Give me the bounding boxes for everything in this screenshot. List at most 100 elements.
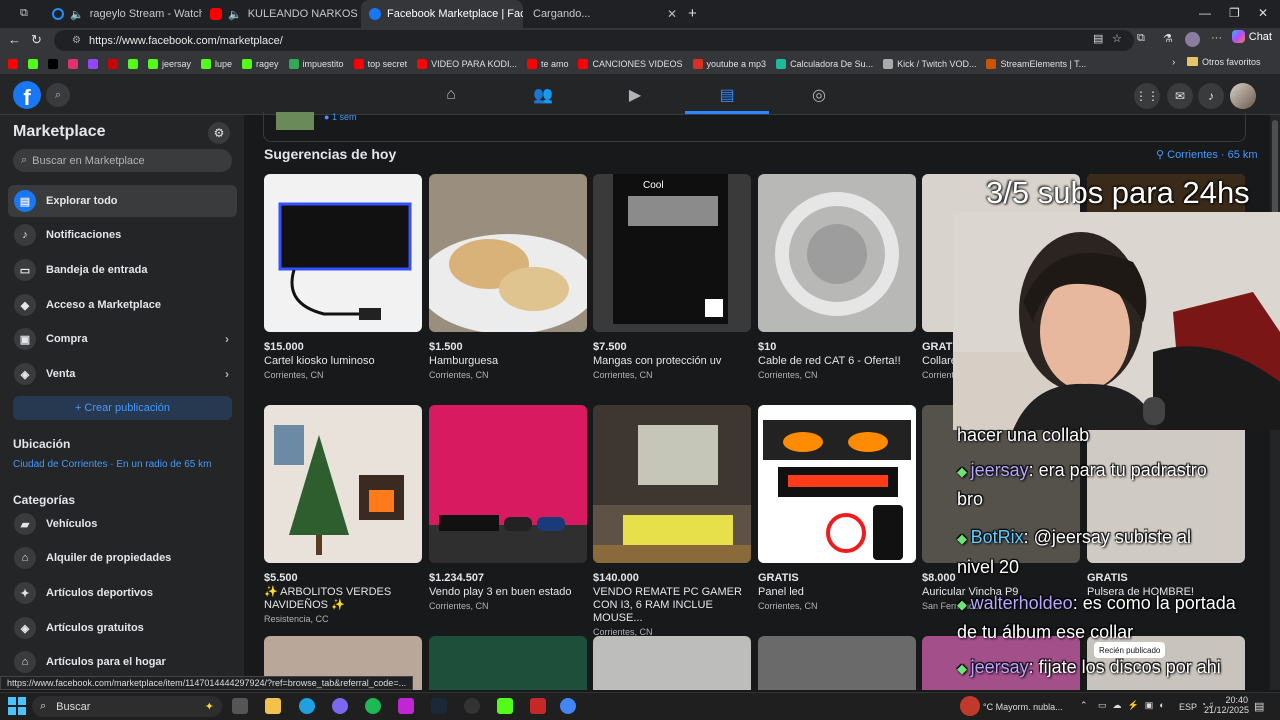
close-window-icon[interactable]: ✕	[1258, 6, 1268, 20]
bookmark-item[interactable]	[48, 58, 58, 69]
location-link[interactable]: Ciudad de Corrientes · En un radio de 65…	[13, 459, 211, 470]
taskbar-search[interactable]: ⌕ Buscar ✦	[32, 696, 222, 717]
sidebar-item-explorar-todo[interactable]: ▤ Explorar todo	[8, 185, 237, 217]
collections-icon[interactable]: ⧉	[1137, 32, 1145, 45]
file-explorer-icon[interactable]	[265, 698, 281, 714]
create-listing-button[interactable]: + Crear publicación	[13, 396, 232, 420]
bookmark-item[interactable]: CANCIONES VIDEOS	[578, 58, 683, 69]
windows-start-icon[interactable]	[8, 697, 26, 715]
chrome-icon[interactable]	[560, 698, 576, 714]
tray-chevron-icon[interactable]: ⌃	[1080, 700, 1088, 711]
category-item[interactable]: ⌂ Artículos para el hogar	[8, 646, 237, 678]
bookmark-item[interactable]: te amo	[526, 58, 568, 69]
edge-icon[interactable]	[299, 698, 315, 714]
clock[interactable]: 20:40 21/12/2025	[1204, 695, 1249, 715]
menu-grid-icon[interactable]: ⋮⋮	[1134, 83, 1160, 109]
app-icon[interactable]	[398, 698, 414, 714]
tab-youtube[interactable]: 🔈 KULEANDO NARKOS - banat ✕	[202, 0, 360, 28]
bookmark-item[interactable]	[28, 58, 38, 69]
location-filter[interactable]: ⚲ Corrientes · 65 km	[1156, 148, 1258, 161]
sidebar-item-acceso-a-marketplace[interactable]: ◆ Acceso a Marketplace	[8, 289, 237, 321]
marketplace-search-input[interactable]: ⌕ Buscar en Marketplace	[13, 149, 232, 172]
tab-actions-icon[interactable]: ⧉	[20, 7, 28, 20]
bookmark-item[interactable]: Kick / Twitch VOD...	[883, 58, 976, 69]
tab-facebook[interactable]: Facebook Marketplace | Facebook ✕	[361, 0, 523, 28]
listing-image[interactable]	[593, 405, 751, 563]
messenger-icon[interactable]: ✉	[1167, 83, 1193, 109]
chevron-right-icon[interactable]: ›	[1172, 57, 1175, 68]
minimize-icon[interactable]: —	[1199, 6, 1211, 20]
listing-card[interactable]: $1.500 Hamburguesa Corrientes, CN	[429, 174, 587, 380]
facebook-logo[interactable]: f	[13, 81, 41, 109]
listing-thumbnail[interactable]	[593, 636, 751, 690]
listing-card[interactable]: $10 Cable de red CAT 6 - Oferta!! Corrient…	[758, 174, 916, 380]
friends-tab-icon[interactable]: 👥	[531, 84, 555, 106]
listing-image[interactable]	[429, 405, 587, 563]
back-icon[interactable]: ←	[8, 32, 21, 47]
bookmark-item[interactable]	[8, 58, 18, 69]
listing-card[interactable]: GRATIS Panel led Corrientes, CN	[758, 405, 916, 611]
restore-icon[interactable]: ❐	[1229, 6, 1240, 20]
listing-thumbnail[interactable]	[758, 636, 916, 690]
extensions-icon[interactable]: ⚗	[1163, 32, 1173, 45]
more-menu-icon[interactable]: ···	[1211, 32, 1222, 44]
listing-thumbnail[interactable]	[429, 636, 587, 690]
other-favorites[interactable]: Otros favoritos	[1187, 57, 1261, 67]
marketplace-tab-icon[interactable]: ▤	[715, 84, 739, 106]
category-item[interactable]: ⌂ Alquiler de propiedades	[8, 542, 237, 574]
video-tab-icon[interactable]: ▶	[623, 84, 647, 106]
category-item[interactable]: ✦ Artículos deportivos	[8, 577, 237, 609]
copilot-chat-button[interactable]: Chat	[1231, 30, 1272, 43]
bookmark-item[interactable]	[108, 58, 118, 69]
app-icon[interactable]	[332, 698, 348, 714]
listing-card[interactable]: GRATIS Pulsera de HOMBRE!	[1087, 405, 1245, 599]
task-view-icon[interactable]	[232, 698, 248, 714]
notification-center-icon[interactable]: ▤	[1254, 700, 1264, 713]
listing-image[interactable]: Cool	[593, 174, 751, 332]
weather-text[interactable]: °C Mayorm. nubla...	[983, 702, 1063, 712]
bookmark-item[interactable]: ragey	[242, 58, 279, 69]
category-item[interactable]: ◈ Artículos gratuitos	[8, 612, 237, 644]
site-info-icon[interactable]: ⚙	[72, 35, 81, 46]
sidebar-item-notificaciones[interactable]: ♪ Notificaciones	[8, 219, 237, 251]
bookmark-item[interactable]: lupe	[201, 58, 232, 69]
bookmark-item[interactable]	[128, 58, 138, 69]
category-item[interactable]: ▰ Vehículos	[8, 508, 237, 540]
tab-loading[interactable]: Cargando... ✕	[525, 0, 685, 28]
listing-image[interactable]	[264, 174, 422, 332]
obs-icon[interactable]	[464, 698, 480, 714]
profile-avatar[interactable]	[1185, 32, 1200, 47]
bookmark-item[interactable]: StreamElements | T...	[986, 58, 1086, 69]
bookmark-item[interactable]: VIDEO PARA KODI...	[417, 58, 517, 69]
new-tab-icon[interactable]: +	[688, 5, 697, 22]
tab-stream[interactable]: 🔈 rageylo Stream - Watch Live o ✕	[44, 0, 202, 28]
listing-image[interactable]	[264, 405, 422, 563]
reader-icon[interactable]: ▤	[1093, 32, 1103, 45]
listing-card[interactable]: $140.000 VENDO REMATE PC GAMER CON I3, 6 …	[593, 405, 751, 637]
listing-image[interactable]	[758, 174, 916, 332]
previous-listing-card[interactable]	[263, 112, 1246, 142]
listing-card[interactable]: Cool $7.500 Mangas con protección uv Corrie…	[593, 174, 751, 380]
listing-card[interactable]: $5.500 ✨ ARBOLITOS VERDES NAVIDEÑOS ✨ Resi…	[264, 405, 422, 624]
groups-tab-icon[interactable]: ◎	[807, 84, 831, 106]
account-avatar[interactable]	[1230, 83, 1256, 109]
bookmark-item[interactable]	[68, 58, 78, 69]
home-tab-icon[interactable]: ⌂	[439, 84, 463, 106]
search-icon[interactable]: ⌕	[46, 83, 70, 107]
listing-card[interactable]: $15.000 Cartel kiosko luminoso Corrientes,…	[264, 174, 422, 380]
sidebar-item-venta[interactable]: ◈ Venta ›	[8, 358, 237, 390]
listing-image[interactable]	[429, 174, 587, 332]
app-icon[interactable]	[530, 698, 546, 714]
listing-image[interactable]	[758, 405, 916, 563]
kick-icon[interactable]	[497, 698, 513, 714]
bookmark-item[interactable]	[88, 58, 98, 69]
listing-card[interactable]: $1.234.507 Vendo play 3 en buen estado Cor…	[429, 405, 587, 611]
reload-icon[interactable]: ↻	[31, 32, 42, 48]
favorite-star-icon[interactable]: ☆	[1112, 32, 1122, 45]
bookmark-item[interactable]: top secret	[353, 58, 407, 69]
bookmark-item[interactable]: impuestito	[288, 58, 344, 69]
bookmark-item[interactable]: Calculadora De Su...	[776, 58, 873, 69]
tray-icons[interactable]: ▭☁⚡▣◐	[1098, 700, 1171, 711]
notifications-bell-icon[interactable]: ♪	[1198, 83, 1224, 109]
bookmark-item[interactable]: youtube a mp3	[692, 58, 766, 69]
